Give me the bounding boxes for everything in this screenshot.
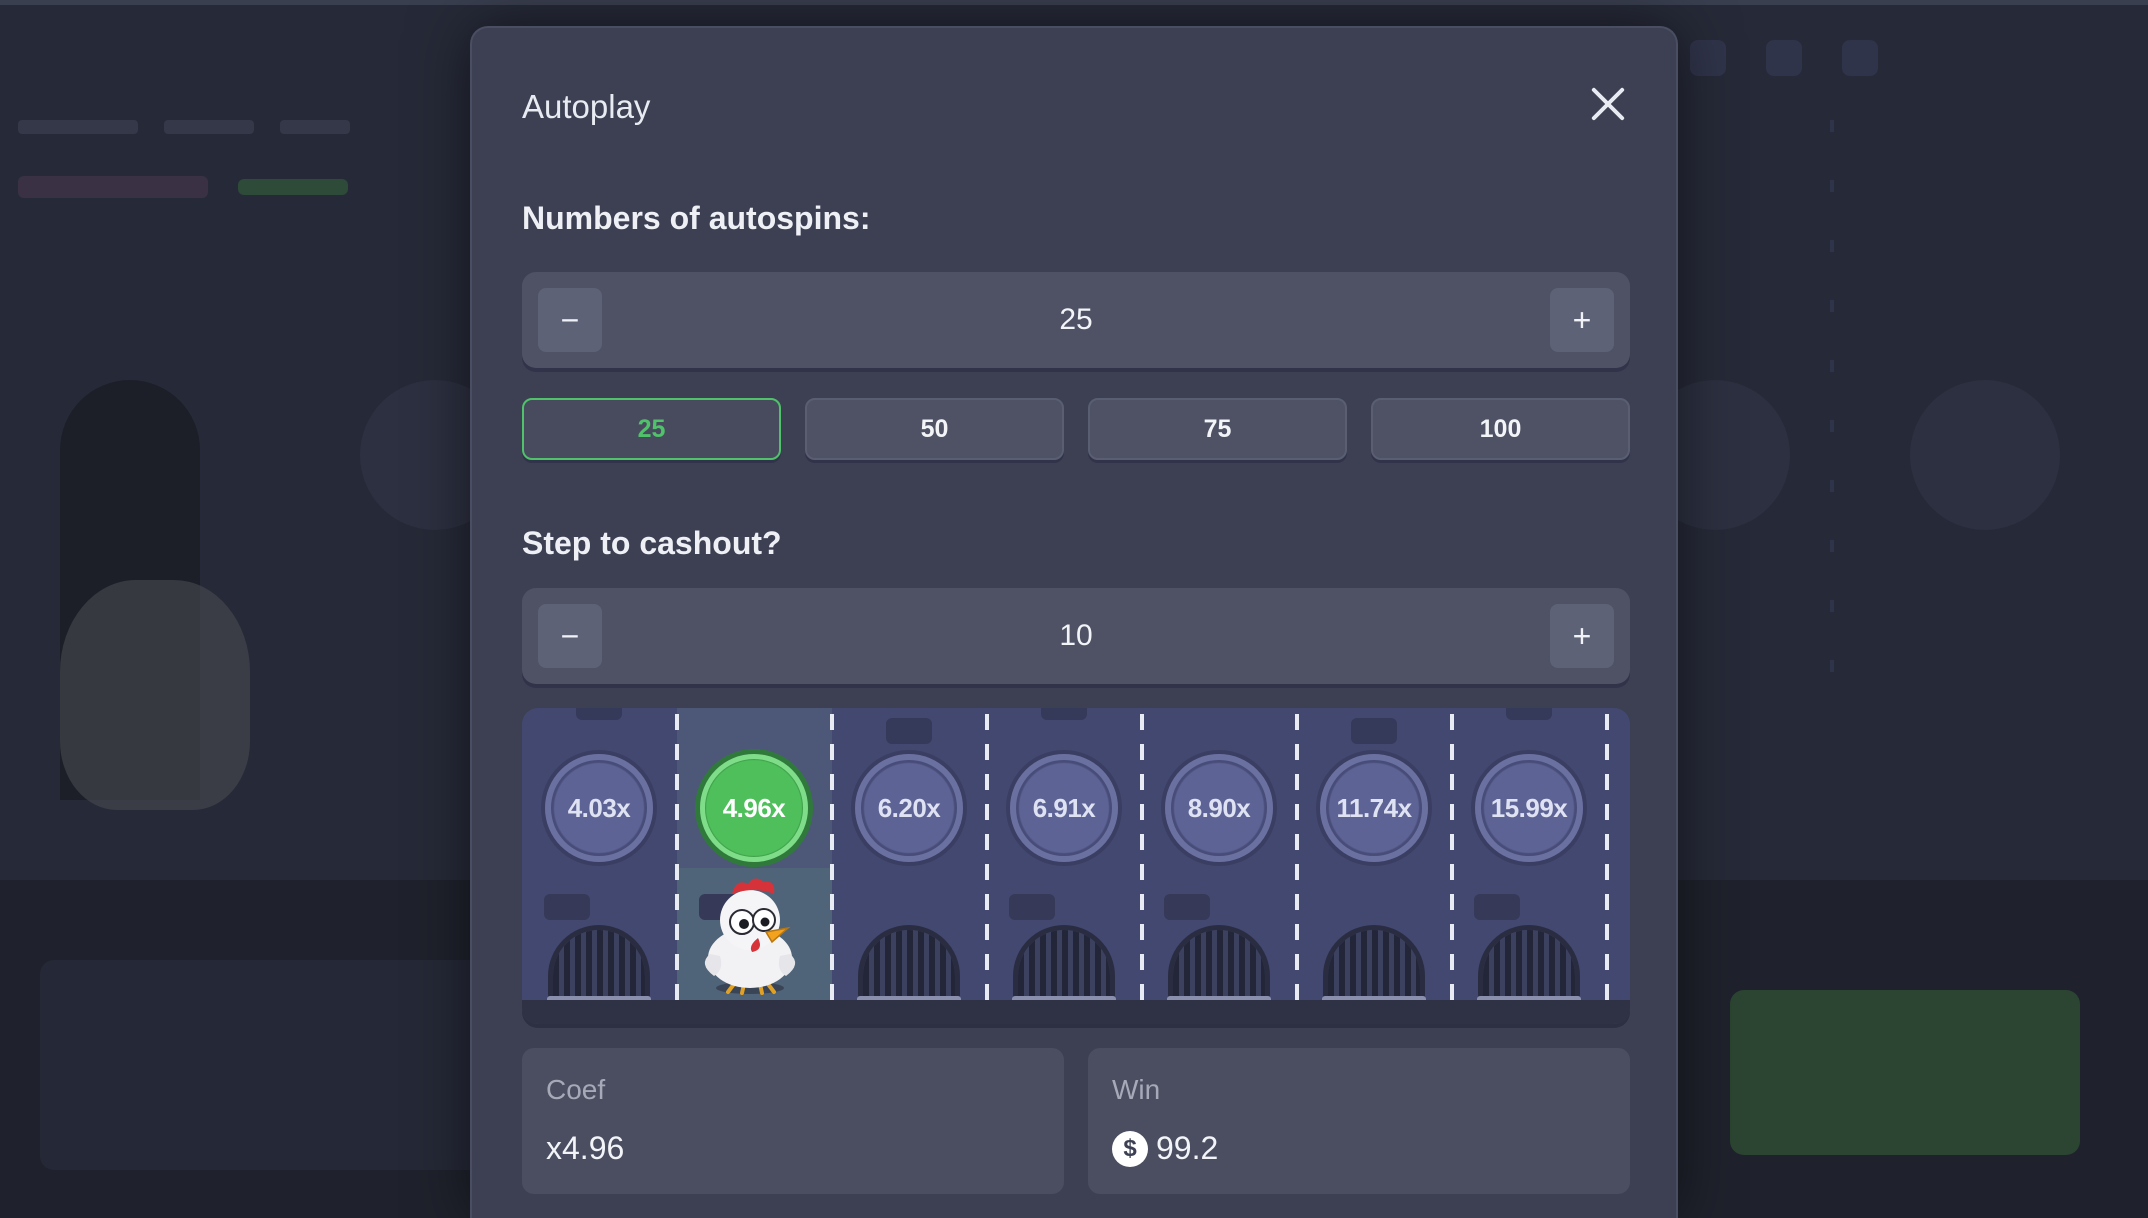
cashout-decrement-button[interactable]: −: [538, 604, 602, 668]
road-ground: [522, 1000, 1630, 1024]
lane-divider: [985, 714, 989, 1000]
manhole-cap: [576, 708, 622, 720]
win-label: Win: [1112, 1074, 1161, 1105]
modal-title: Autoplay: [522, 88, 651, 125]
multiplier-coin: 8.90x: [1165, 754, 1273, 862]
background-chicken: [60, 580, 250, 810]
autospins-presets: 25 50 75 100: [522, 398, 1630, 460]
coef-box: Coef x4.96: [522, 1048, 1064, 1194]
coef-label: Coef: [546, 1074, 606, 1105]
autospins-label: Numbers of autospins:: [522, 200, 871, 236]
autospins-stepper: − 25 +: [522, 272, 1630, 368]
lane-divider: [1295, 714, 1299, 1000]
coef-value: x4.96: [546, 1130, 625, 1166]
chicken-icon: [704, 878, 796, 995]
multiplier-coin: 11.74x: [1320, 754, 1428, 862]
autospins-increment-button[interactable]: +: [1550, 288, 1614, 352]
road-plate: [1164, 894, 1210, 920]
cashout-label: Step to cashout?: [522, 525, 782, 561]
preset-25-button[interactable]: 25: [522, 398, 781, 460]
background-nav: [18, 120, 350, 134]
autospins-value[interactable]: 25: [622, 272, 1530, 368]
multiplier-coin: 4.03x: [545, 754, 653, 862]
manhole-cap: [886, 718, 932, 744]
cashout-stepper: − 10 +: [522, 588, 1630, 684]
preset-100-button[interactable]: 100: [1371, 398, 1630, 460]
background-tags: [18, 176, 348, 198]
cashout-value[interactable]: 10: [622, 588, 1530, 684]
background-coin: [1910, 380, 2060, 530]
manhole-cap: [1506, 708, 1552, 720]
dollar-icon: $: [1112, 1130, 1148, 1167]
lane-divider: [1605, 714, 1609, 1000]
close-icon[interactable]: [1584, 80, 1632, 128]
background-play-button: [1730, 990, 2080, 1155]
background-header-icons: [1690, 40, 1878, 76]
road-plate: [544, 894, 590, 920]
multiplier-coin: 6.20x: [855, 754, 963, 862]
lane-divider: [675, 714, 679, 1000]
manhole-cap: [1041, 708, 1087, 720]
lane-divider: [1450, 714, 1454, 1000]
multiplier-coin: 15.99x: [1475, 754, 1583, 862]
road-plate: [1009, 894, 1055, 920]
autoplay-modal: Autoplay Numbers of autospins: − 25 + 25…: [470, 26, 1678, 1218]
preset-75-button[interactable]: 75: [1088, 398, 1347, 460]
road-plate: [1474, 894, 1520, 920]
win-box: Win $ 99.2: [1088, 1048, 1630, 1194]
lane-divider: [830, 714, 834, 1000]
lane-divider: [1140, 714, 1144, 1000]
multiplier-coin-current: 4.96x: [700, 754, 808, 862]
autospins-decrement-button[interactable]: −: [538, 288, 602, 352]
manhole-cap: [1351, 718, 1397, 744]
road-preview: 4.03x 4.96x 6.20x 6.91x 8.90x 11.74x 15.…: [522, 708, 1630, 1024]
top-divider: [0, 0, 2148, 5]
cashout-increment-button[interactable]: +: [1550, 604, 1614, 668]
win-value: 99.2: [1156, 1130, 1219, 1166]
background-lane-divider: [1830, 120, 1834, 680]
multiplier-coin: 6.91x: [1010, 754, 1118, 862]
win-value-row: $ 99.2: [1112, 1130, 1218, 1167]
preset-50-button[interactable]: 50: [805, 398, 1064, 460]
